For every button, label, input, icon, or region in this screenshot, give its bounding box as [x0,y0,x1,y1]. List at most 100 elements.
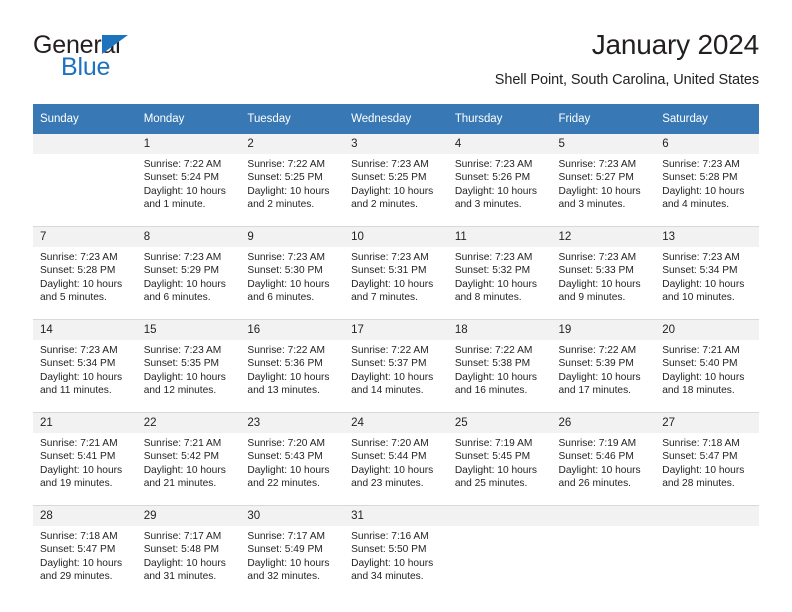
day-number: 1 [136,134,241,154]
calendar-day-cell[interactable]: 10 Sunrise: 7:23 AM Sunset: 5:31 PM Dayl… [344,227,448,314]
day-number: 10 [344,227,448,247]
day-number: 23 [240,413,345,433]
calendar-day-cell[interactable]: 11 Sunrise: 7:23 AM Sunset: 5:32 PM Dayl… [447,227,552,314]
daylight-text-line2: and 13 minutes. [247,384,320,396]
calendar-day-cell[interactable]: 1 Sunrise: 7:22 AM Sunset: 5:24 PM Dayli… [136,134,241,220]
day-number: 27 [655,413,759,433]
day-number: 20 [655,320,759,340]
day-info [448,526,552,592]
calendar-day-cell[interactable] [33,134,137,220]
daylight-text-line1: Daylight: 10 hours [662,464,745,476]
calendar-day-cell[interactable]: 27 Sunrise: 7:18 AM Sunset: 5:47 PM Dayl… [655,413,759,500]
calendar-day-cell[interactable]: 4 Sunrise: 7:23 AM Sunset: 5:26 PM Dayli… [447,134,552,220]
weekday-header-saturday: Saturday [655,104,759,134]
calendar-day-cell[interactable]: 9 Sunrise: 7:23 AM Sunset: 5:30 PM Dayli… [240,227,345,314]
daylight-text-line2: and 11 minutes. [40,384,112,396]
calendar-day-cell[interactable]: 20 Sunrise: 7:21 AM Sunset: 5:40 PM Dayl… [655,320,759,407]
daylight-text-line1: Daylight: 10 hours [558,371,641,383]
calendar-day-cell[interactable]: 8 Sunrise: 7:23 AM Sunset: 5:29 PM Dayli… [136,227,241,314]
general-blue-logo: General Blue [33,32,203,88]
day-number: 3 [344,134,448,154]
daylight-text-line1: Daylight: 10 hours [454,185,537,197]
calendar-day-cell[interactable] [551,506,656,593]
daylight-text-line1: Daylight: 10 hours [351,278,434,290]
calendar-day-cell[interactable]: 16 Sunrise: 7:22 AM Sunset: 5:36 PM Dayl… [240,320,345,407]
sunset-text: Sunset: 5:45 PM [454,451,531,463]
calendar-day-cell[interactable]: 28 Sunrise: 7:18 AM Sunset: 5:47 PM Dayl… [33,506,137,593]
calendar-day-cell[interactable]: 6 Sunrise: 7:23 AM Sunset: 5:28 PM Dayli… [655,134,759,220]
calendar-day-cell[interactable]: 21 Sunrise: 7:21 AM Sunset: 5:41 PM Dayl… [33,413,137,500]
day-number: 11 [447,227,552,247]
day-info: Sunrise: 7:22 AM Sunset: 5:24 PM Dayligh… [137,154,241,220]
sunrise-text: Sunrise: 7:17 AM [143,531,222,542]
calendar-day-cell[interactable]: 17 Sunrise: 7:22 AM Sunset: 5:37 PM Dayl… [344,320,448,407]
calendar-day-cell[interactable]: 29 Sunrise: 7:17 AM Sunset: 5:48 PM Dayl… [136,506,241,593]
sunset-text: Sunset: 5:34 PM [40,358,116,370]
daylight-text-line2: and 4 minutes. [662,198,730,210]
calendar-day-cell[interactable]: 2 Sunrise: 7:22 AM Sunset: 5:25 PM Dayli… [240,134,345,220]
sunset-text: Sunset: 5:31 PM [351,265,427,277]
calendar-day-cell[interactable]: 19 Sunrise: 7:22 AM Sunset: 5:39 PM Dayl… [551,320,656,407]
daylight-text-line2: and 2 minutes. [351,198,418,210]
calendar-day-cell[interactable]: 30 Sunrise: 7:17 AM Sunset: 5:49 PM Dayl… [240,506,345,593]
daylight-text-line1: Daylight: 10 hours [143,278,226,290]
daylight-text-line2: and 34 minutes. [351,570,424,582]
day-info: Sunrise: 7:17 AM Sunset: 5:48 PM Dayligh… [137,526,241,592]
weekday-header-sunday: Sunday [33,104,137,134]
daylight-text-line2: and 3 minutes. [558,198,626,210]
day-info: Sunrise: 7:22 AM Sunset: 5:38 PM Dayligh… [448,340,552,406]
day-number [655,506,759,526]
calendar-table: Sunday Monday Tuesday Wednesday Thursday… [33,104,759,592]
calendar-day-cell[interactable]: 7 Sunrise: 7:23 AM Sunset: 5:28 PM Dayli… [33,227,137,314]
sunrise-text: Sunrise: 7:23 AM [143,252,222,263]
day-info: Sunrise: 7:21 AM Sunset: 5:42 PM Dayligh… [137,433,241,499]
daylight-text-line1: Daylight: 10 hours [558,464,641,476]
sunset-text: Sunset: 5:47 PM [662,451,738,463]
sunset-text: Sunset: 5:27 PM [558,172,634,184]
sunrise-text: Sunrise: 7:21 AM [40,438,118,449]
sunrise-text: Sunrise: 7:16 AM [351,531,429,542]
day-info: Sunrise: 7:19 AM Sunset: 5:45 PM Dayligh… [448,433,552,499]
sunset-text: Sunset: 5:35 PM [143,358,220,370]
calendar-day-cell[interactable]: 15 Sunrise: 7:23 AM Sunset: 5:35 PM Dayl… [136,320,241,407]
daylight-text-line1: Daylight: 10 hours [558,185,641,197]
sunset-text: Sunset: 5:39 PM [558,358,634,370]
daylight-text-line1: Daylight: 10 hours [40,464,123,476]
daylight-text-line1: Daylight: 10 hours [662,371,745,383]
day-number: 24 [344,413,448,433]
sunrise-text: Sunrise: 7:21 AM [143,438,222,449]
calendar-day-cell[interactable]: 22 Sunrise: 7:21 AM Sunset: 5:42 PM Dayl… [136,413,241,500]
sunset-text: Sunset: 5:38 PM [454,358,531,370]
daylight-text-line2: and 3 minutes. [454,198,522,210]
calendar-day-cell[interactable]: 3 Sunrise: 7:23 AM Sunset: 5:25 PM Dayli… [344,134,448,220]
calendar-day-cell[interactable]: 31 Sunrise: 7:16 AM Sunset: 5:50 PM Dayl… [344,506,448,593]
calendar-day-cell[interactable]: 26 Sunrise: 7:19 AM Sunset: 5:46 PM Dayl… [551,413,656,500]
calendar-day-cell[interactable] [655,506,759,593]
calendar-day-cell[interactable]: 23 Sunrise: 7:20 AM Sunset: 5:43 PM Dayl… [240,413,345,500]
calendar-day-cell[interactable]: 18 Sunrise: 7:22 AM Sunset: 5:38 PM Dayl… [447,320,552,407]
sunrise-text: Sunrise: 7:18 AM [40,531,118,542]
sunrise-text: Sunrise: 7:23 AM [143,345,222,356]
day-info: Sunrise: 7:23 AM Sunset: 5:29 PM Dayligh… [137,247,241,313]
calendar-day-cell[interactable]: 25 Sunrise: 7:19 AM Sunset: 5:45 PM Dayl… [447,413,552,500]
day-number: 26 [551,413,656,433]
calendar-day-cell[interactable]: 12 Sunrise: 7:23 AM Sunset: 5:33 PM Dayl… [551,227,656,314]
daylight-text-line2: and 18 minutes. [662,384,735,396]
daylight-text-line2: and 32 minutes. [247,570,320,582]
daylight-text-line2: and 31 minutes. [143,570,217,582]
daylight-text-line2: and 23 minutes. [351,477,424,489]
day-number: 7 [33,227,137,247]
calendar-day-cell[interactable]: 5 Sunrise: 7:23 AM Sunset: 5:27 PM Dayli… [551,134,656,220]
daylight-text-line2: and 6 minutes. [247,291,315,303]
sunrise-text: Sunrise: 7:23 AM [351,252,429,263]
calendar-day-cell[interactable]: 14 Sunrise: 7:23 AM Sunset: 5:34 PM Dayl… [33,320,137,407]
weekday-header-tuesday: Tuesday [240,104,345,134]
sunset-text: Sunset: 5:36 PM [247,358,323,370]
sunset-text: Sunset: 5:47 PM [40,544,116,556]
calendar-day-cell[interactable] [447,506,552,593]
daylight-text-line2: and 5 minutes. [40,291,107,303]
calendar-day-cell[interactable]: 24 Sunrise: 7:20 AM Sunset: 5:44 PM Dayl… [344,413,448,500]
sunrise-text: Sunrise: 7:22 AM [143,159,222,170]
day-info: Sunrise: 7:16 AM Sunset: 5:50 PM Dayligh… [344,526,448,592]
calendar-day-cell[interactable]: 13 Sunrise: 7:23 AM Sunset: 5:34 PM Dayl… [655,227,759,314]
